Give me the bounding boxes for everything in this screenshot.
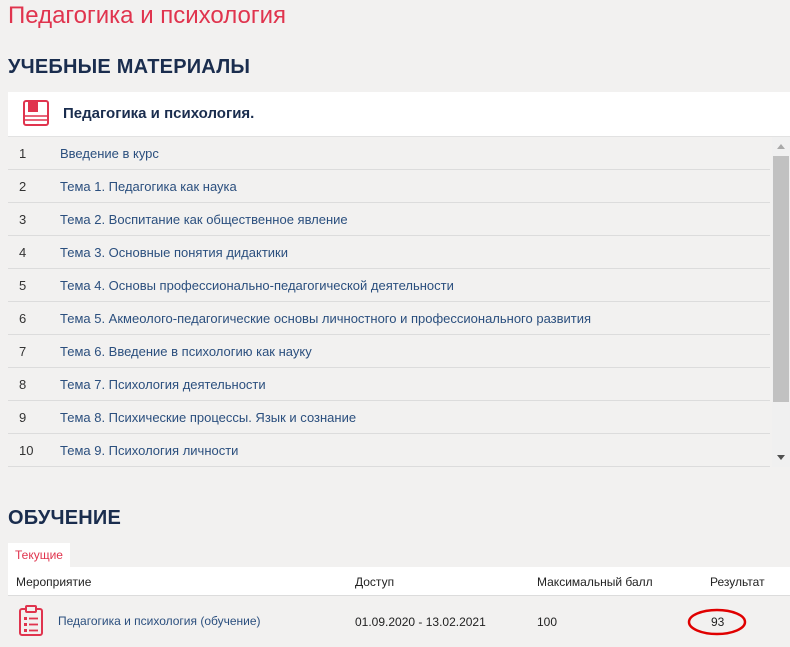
- tab-current[interactable]: Текущие: [8, 543, 70, 567]
- column-header-event: Мероприятие: [16, 575, 92, 589]
- list-item: 9 Тема 8. Психические процессы. Язык и с…: [8, 401, 770, 434]
- event-link[interactable]: Педагогика и психология (обучение): [58, 614, 261, 628]
- page-title: Педагогика и психология: [8, 2, 287, 29]
- column-header-result: Результат: [710, 575, 765, 589]
- topic-number: 9: [19, 410, 27, 425]
- list-item: 7 Тема 6. Введение в психологию как наук…: [8, 335, 770, 368]
- topic-number: 7: [19, 344, 27, 359]
- scroll-thumb[interactable]: [773, 156, 789, 402]
- topic-link[interactable]: Тема 5. Акмеолого-педагогические основы …: [60, 311, 591, 326]
- list-item: 5 Тема 4. Основы профессионально-педагог…: [8, 269, 770, 302]
- topic-number: 3: [19, 212, 27, 227]
- book-icon: [23, 100, 49, 126]
- table-header: Мероприятие Доступ Максимальный балл Рез…: [8, 567, 790, 596]
- topic-number: 2: [19, 179, 27, 194]
- topic-number: 5: [19, 278, 27, 293]
- topic-number: 1: [19, 146, 27, 161]
- chevron-up-icon[interactable]: [777, 144, 785, 149]
- topic-link[interactable]: Тема 6. Введение в психологию как науку: [60, 344, 312, 359]
- topic-link[interactable]: Тема 8. Психические процессы. Язык и соз…: [60, 410, 356, 425]
- topic-number: 4: [19, 245, 27, 260]
- topic-number: 8: [19, 377, 27, 392]
- topic-number: 6: [19, 311, 27, 326]
- materials-section-title: УЧЕБНЫЕ МАТЕРИАЛЫ: [8, 56, 251, 78]
- topics-list-container: 1 Введение в курс 2 Тема 1. Педагогика к…: [8, 137, 790, 467]
- column-header-access: Доступ: [355, 575, 395, 589]
- table-row: Педагогика и психология (обучение) 01.09…: [8, 596, 790, 647]
- topics-list: 1 Введение в курс 2 Тема 1. Педагогика к…: [8, 137, 770, 467]
- chevron-down-icon[interactable]: [777, 455, 785, 460]
- topic-link[interactable]: Тема 9. Психология личности: [60, 443, 238, 458]
- access-dates: 01.09.2020 - 13.02.2021: [355, 615, 486, 629]
- course-name: Педагогика и психология.: [63, 105, 255, 122]
- list-item: 1 Введение в курс: [8, 137, 770, 170]
- list-item: 10 Тема 9. Психология личности: [8, 434, 770, 467]
- list-item: 2 Тема 1. Педагогика как наука: [8, 170, 770, 203]
- topic-link[interactable]: Введение в курс: [60, 146, 159, 161]
- topic-number: 10: [19, 443, 34, 458]
- column-header-max-score: Максимальный балл: [537, 575, 653, 589]
- learning-section-title: ОБУЧЕНИЕ: [8, 507, 122, 529]
- topic-link[interactable]: Тема 4. Основы профессионально-педагогич…: [60, 278, 454, 293]
- list-item: 8 Тема 7. Психология деятельности: [8, 368, 770, 401]
- topic-link[interactable]: Тема 1. Педагогика как наука: [60, 179, 237, 194]
- list-item: 3 Тема 2. Воспитание как общественное яв…: [8, 203, 770, 236]
- topic-link[interactable]: Тема 7. Психология деятельности: [60, 377, 266, 392]
- scrollbar[interactable]: [772, 137, 790, 467]
- course-card[interactable]: Педагогика и психология.: [8, 92, 790, 137]
- list-item: 6 Тема 5. Акмеолого-педагогические основ…: [8, 302, 770, 335]
- result-score: 93: [711, 615, 725, 629]
- topic-link[interactable]: Тема 3. Основные понятия дидактики: [60, 245, 288, 260]
- max-score: 100: [537, 615, 558, 629]
- clipboard-list-icon: [19, 605, 43, 636]
- topic-link[interactable]: Тема 2. Воспитание как общественное явле…: [60, 212, 348, 227]
- list-item: 4 Тема 3. Основные понятия дидактики: [8, 236, 770, 269]
